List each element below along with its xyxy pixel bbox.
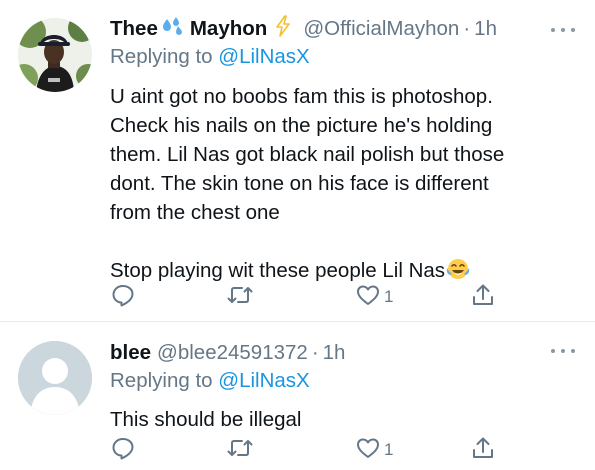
tweet-text: U aint got no boobs fam this is photosho…: [110, 82, 570, 289]
replying-prefix: Replying to: [110, 369, 213, 392]
tweet-text: This should be illegal: [110, 405, 570, 434]
retweet-button[interactable]: [226, 283, 254, 311]
retweet-icon: [226, 435, 254, 466]
retweet-button[interactable]: [226, 436, 254, 464]
tweet-text-line: them. Lil Nas got black nail polish but …: [110, 143, 505, 166]
tweet-text-line: Check his nails on the picture he's hold…: [110, 114, 493, 137]
reply-tweet[interactable]: Thee Mayhon @OfficialMayhon · 1h Replyin…: [0, 0, 595, 322]
reply-icon: [110, 435, 136, 466]
tweet-actions: 1: [110, 436, 510, 464]
replying-to: Replying to @LilNasX: [110, 369, 310, 393]
avatar-photo: [18, 18, 92, 92]
display-name-suffix[interactable]: Mayhon: [190, 17, 267, 41]
droplets-emoji: [162, 16, 184, 42]
tweet-text-line: Stop playing wit these people Lil Nas: [110, 259, 446, 282]
more-icon[interactable]: [549, 347, 577, 355]
high-voltage-emoji: [275, 15, 291, 43]
default-avatar-icon: [18, 341, 92, 415]
share-icon: [470, 435, 496, 466]
tweet-text-line: dont. The skin tone on his face is diffe…: [110, 172, 489, 195]
tweet-text-line: This should be illegal: [110, 408, 302, 431]
display-name[interactable]: Thee: [110, 17, 158, 41]
share-icon: [470, 282, 496, 313]
mention-link[interactable]: @LilNasX: [218, 369, 309, 392]
user-handle[interactable]: @OfficialMayhon: [303, 17, 459, 41]
user-avatar[interactable]: [18, 18, 92, 92]
replying-to: Replying to @LilNasX: [110, 45, 310, 69]
separator-dot: ·: [463, 17, 471, 40]
more-icon[interactable]: [549, 26, 577, 34]
share-button[interactable]: [470, 436, 496, 464]
heart-icon: [355, 282, 381, 313]
reply-button[interactable]: [110, 436, 136, 464]
display-name[interactable]: blee: [110, 341, 151, 365]
timestamp[interactable]: 1h: [323, 341, 346, 365]
like-button[interactable]: 1: [355, 436, 393, 464]
reply-tweet[interactable]: blee @blee24591372 · 1h Replying to @Lil…: [0, 323, 595, 470]
replying-prefix: Replying to: [110, 45, 213, 68]
tweet-actions: 1: [110, 283, 510, 311]
retweet-icon: [226, 282, 254, 313]
share-button[interactable]: [470, 283, 496, 311]
mention-link[interactable]: @LilNasX: [218, 45, 309, 68]
separator-dot: ·: [311, 341, 319, 364]
like-button[interactable]: 1: [355, 283, 393, 311]
reply-button[interactable]: [110, 283, 136, 311]
user-handle[interactable]: @blee24591372: [157, 341, 308, 365]
reply-icon: [110, 282, 136, 313]
like-count: 1: [384, 440, 394, 459]
like-count: 1: [384, 287, 394, 306]
tweet-header: blee @blee24591372 · 1h: [110, 337, 595, 369]
tweet-header: Thee Mayhon @OfficialMayhon · 1h: [110, 13, 595, 45]
tweet-text-line: from the chest one: [110, 201, 280, 224]
timestamp[interactable]: 1h: [474, 17, 497, 41]
heart-icon: [355, 435, 381, 466]
default-avatar[interactable]: [18, 341, 92, 415]
tweet-text-line: U aint got no boobs fam this is photosho…: [110, 85, 493, 108]
